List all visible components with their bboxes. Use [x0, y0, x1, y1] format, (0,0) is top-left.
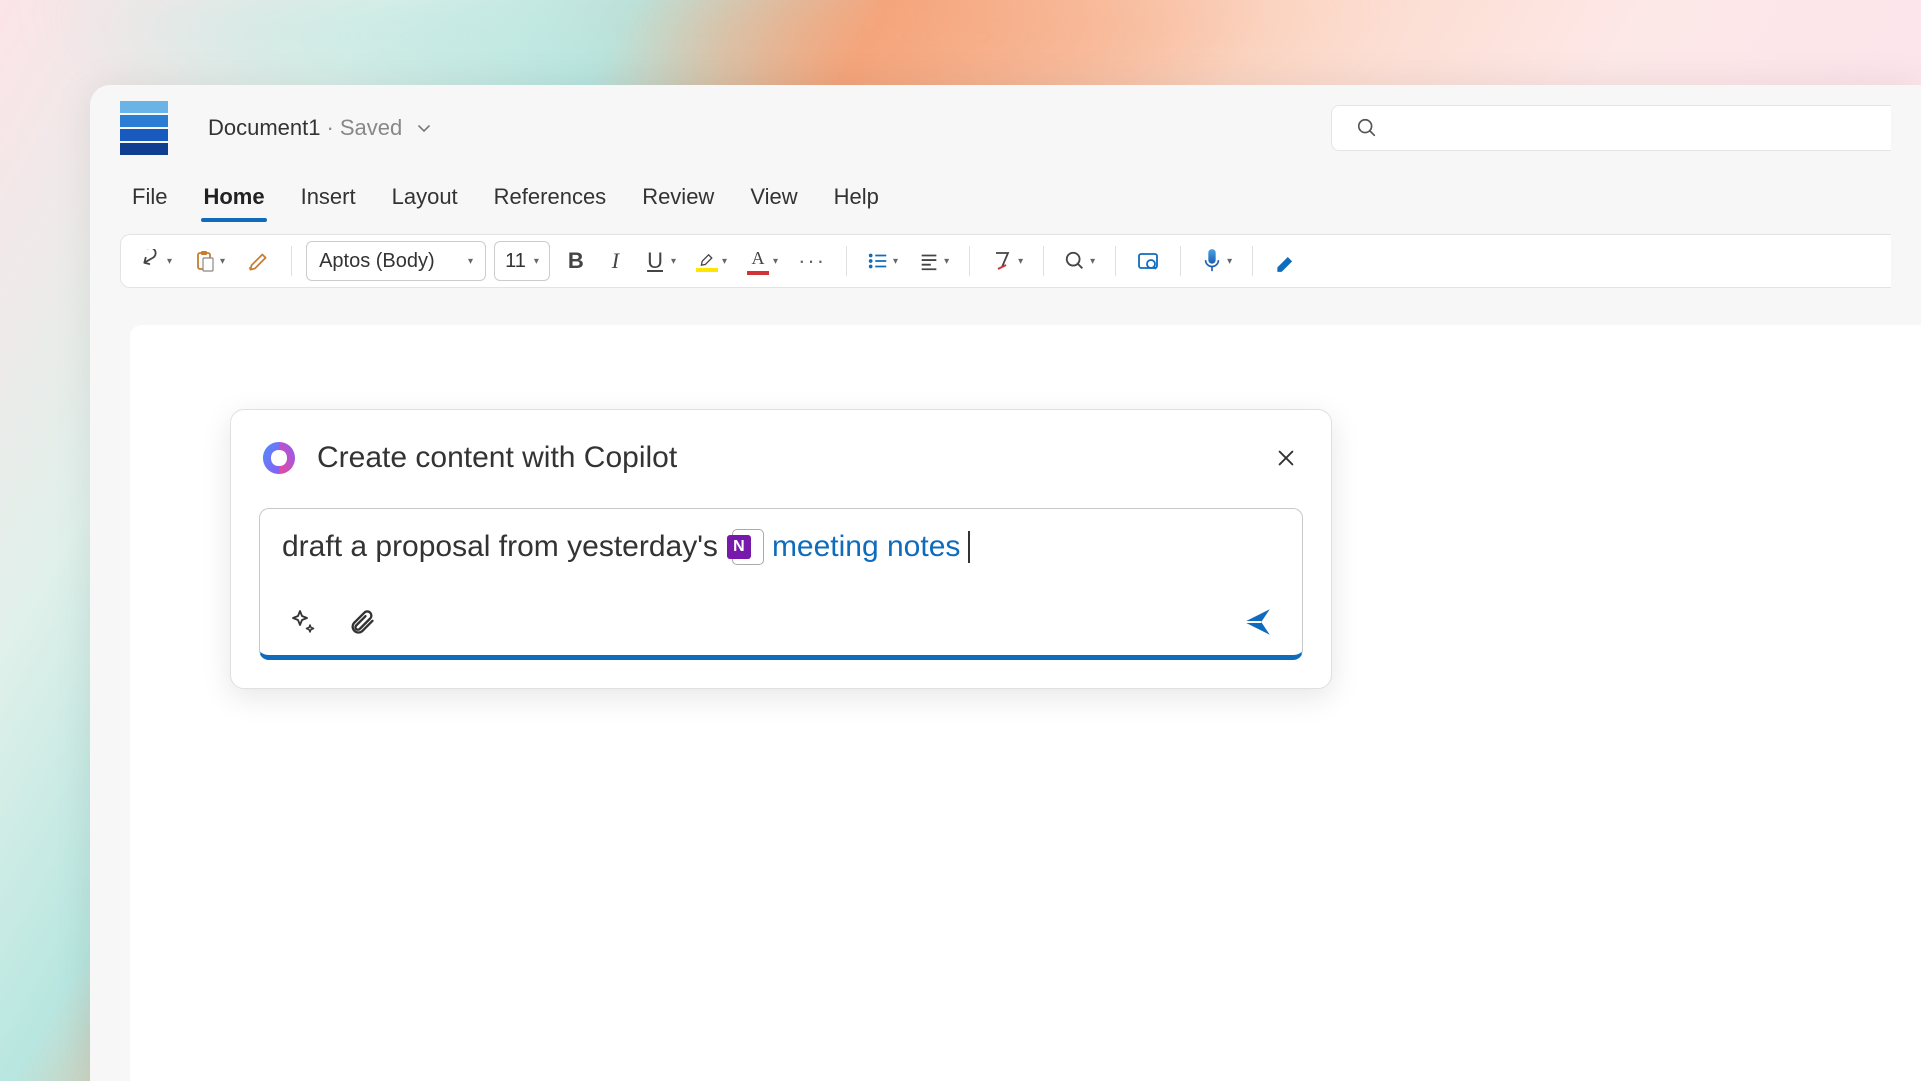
- ribbon-tabs: File Home Insert Layout References Revie…: [90, 170, 1921, 220]
- tab-insert[interactable]: Insert: [297, 184, 360, 220]
- chevron-down-icon: ▾: [944, 256, 949, 267]
- document-title[interactable]: Document1 · Saved: [208, 115, 432, 141]
- search-icon: [1356, 117, 1378, 139]
- chevron-down-icon: ▾: [722, 256, 727, 267]
- font-color-indicator: [747, 271, 769, 275]
- tab-home[interactable]: Home: [199, 184, 268, 220]
- onenote-icon: N: [732, 529, 764, 565]
- clear-format-button[interactable]: ▾: [984, 242, 1029, 280]
- paste-button[interactable]: ▾: [186, 242, 231, 280]
- tab-references[interactable]: References: [490, 184, 611, 220]
- document-separator: ·: [327, 115, 334, 141]
- search-input[interactable]: [1331, 105, 1891, 151]
- find-button[interactable]: ▾: [1058, 242, 1101, 280]
- font-size-selector[interactable]: 11 ▾: [494, 241, 550, 281]
- chevron-down-icon: ▾: [671, 256, 676, 267]
- chevron-down-icon: ▾: [220, 256, 225, 267]
- chevron-down-icon: ▾: [773, 256, 778, 267]
- copilot-title: Create content with Copilot: [317, 441, 677, 475]
- bullets-button[interactable]: ▾: [861, 242, 904, 280]
- tab-view[interactable]: View: [746, 184, 801, 220]
- underline-button[interactable]: U ▾: [637, 242, 682, 280]
- tab-review[interactable]: Review: [638, 184, 718, 220]
- chevron-down-icon[interactable]: [416, 120, 432, 136]
- font-name: Aptos (Body): [319, 250, 435, 273]
- copilot-prompt-input[interactable]: draft a proposal from yesterday's N meet…: [259, 508, 1303, 660]
- editor-button[interactable]: [1267, 242, 1305, 280]
- send-button[interactable]: [1234, 603, 1280, 641]
- dictate-button[interactable]: ▾: [1195, 242, 1238, 280]
- chevron-down-icon: ▾: [468, 256, 473, 267]
- attach-button[interactable]: [342, 603, 382, 641]
- undo-button[interactable]: ▾: [133, 242, 178, 280]
- copilot-inspire-button[interactable]: [282, 603, 324, 641]
- format-painter-button[interactable]: [239, 242, 277, 280]
- chevron-down-icon: ▾: [167, 256, 172, 267]
- document-name: Document1: [208, 115, 321, 141]
- alignment-button[interactable]: ▾: [912, 242, 955, 280]
- chevron-down-icon: ▾: [1018, 256, 1023, 267]
- title-bar: Document1 · Saved: [90, 85, 1921, 170]
- word-app-icon: [120, 101, 168, 155]
- tab-help[interactable]: Help: [830, 184, 883, 220]
- tab-layout[interactable]: Layout: [388, 184, 462, 220]
- close-button[interactable]: [1269, 441, 1303, 475]
- italic-button[interactable]: I: [602, 242, 629, 280]
- copilot-panel: Create content with Copilot draft a prop…: [230, 409, 1332, 689]
- onenote-badge-letter: N: [727, 535, 751, 559]
- app-window: Document1 · Saved File Home Insert Layou…: [90, 85, 1921, 1081]
- highlight-button[interactable]: ▾: [690, 242, 733, 280]
- document-status: Saved: [340, 115, 402, 141]
- chevron-down-icon: ▾: [1227, 256, 1232, 267]
- copilot-file-reference[interactable]: meeting notes: [772, 530, 960, 564]
- tab-file[interactable]: File: [128, 184, 171, 220]
- copilot-prompt-text: draft a proposal from yesterday's: [282, 530, 718, 564]
- chevron-down-icon: ▾: [893, 256, 898, 267]
- font-color-button[interactable]: A ▾: [741, 242, 784, 280]
- font-size: 11: [505, 250, 526, 273]
- bold-button[interactable]: B: [558, 242, 594, 280]
- underline-label: U: [643, 248, 667, 274]
- copilot-icon: [259, 438, 299, 478]
- document-canvas[interactable]: Create content with Copilot draft a prop…: [130, 325, 1921, 1081]
- more-formatting-button[interactable]: ···: [792, 242, 832, 280]
- chevron-down-icon: ▾: [1090, 256, 1095, 267]
- chevron-down-icon: ▾: [534, 256, 539, 267]
- text-cursor: [968, 531, 970, 563]
- font-color-letter: A: [752, 248, 765, 269]
- toolbar: ▾ ▾ Aptos (Body) ▾ 11 ▾ B I U ▾ ▾: [120, 234, 1891, 288]
- font-selector[interactable]: Aptos (Body) ▾: [306, 241, 486, 281]
- accessibility-button[interactable]: [1130, 242, 1166, 280]
- highlight-color-indicator: [696, 268, 718, 272]
